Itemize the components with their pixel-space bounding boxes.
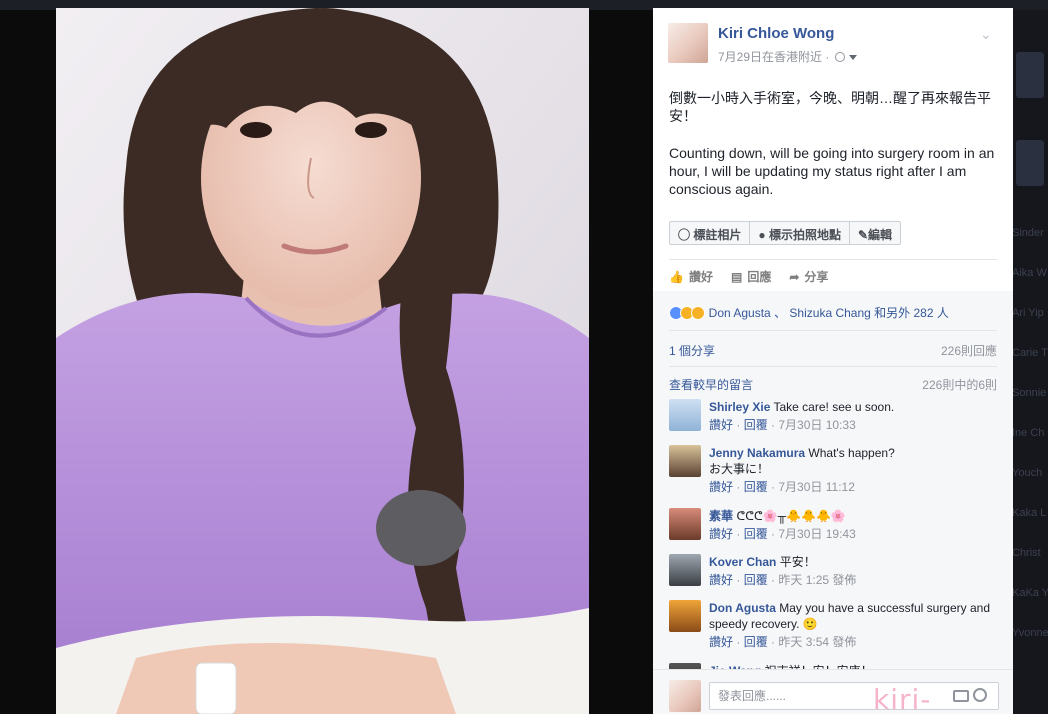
comment-time[interactable]: 昨天 1:25 發佈 [778,573,856,587]
background-sidebar [1013,10,1048,714]
comment-reply-link[interactable]: 回覆 [744,573,768,587]
share-row: 1 個分享 226則回應 [669,342,997,359]
comment-author[interactable]: 素華 [709,509,733,523]
author-name[interactable]: Kiri Chloe Wong [718,25,834,42]
post-text-chinese: 倒數一小時入手術室，今晚、明朝…醒了再來報告平安！ [669,90,991,124]
post-panel: Kiri Chloe Wong 7月29日在香港附近 · ⌄ 倒數一小時入手術室… [653,8,1013,714]
avatar[interactable] [669,554,701,586]
view-earlier-comments-link[interactable]: 查看較早的留言 [669,378,753,392]
tag-icon: ◯ [678,228,691,242]
photo-illustration [56,8,589,714]
background-friend-name: Carie T [1012,347,1048,359]
photo-tools: ◯ 標註相片 ● 標示拍照地點 ✎編輯 [669,221,902,245]
background-friend-name: Youch [1012,467,1043,479]
post-meta: 7月29日在香港附近 · [718,48,858,65]
wow-reaction-icon [691,306,705,320]
post-text-english: Counting down, will be going into surger… [669,145,995,197]
edit-button[interactable]: ✎編輯 [850,222,900,244]
like-button[interactable]: 👍 讚好 [669,268,713,285]
reaction-name[interactable]: Shizuka Chang [789,306,870,320]
comment-like-link[interactable]: 讚好 [709,418,733,432]
post-timestamp[interactable]: 7月29日在香港附近 · [718,50,829,64]
comment-bubble-icon: ▤ [730,269,743,284]
watermark: kiri-san.com [873,683,932,714]
globe-icon [835,52,846,62]
add-location-button[interactable]: ● 標示拍照地點 [750,222,850,244]
background-thumbnail [1016,140,1044,186]
background-friend-name: Ari Yip [1012,307,1044,319]
divider [669,330,997,331]
location-pin-icon: ● [758,228,766,242]
share-arrow-icon: ➦ [789,269,800,284]
comment-reply-link[interactable]: 回覆 [744,527,768,541]
avatar[interactable] [669,399,701,431]
comment-text: What's happen? [808,446,895,460]
comment-author[interactable]: Jenny Nakamura [709,446,805,460]
background-friend-name: Sinder [1012,227,1044,239]
background-friend-name: KaKa Y [1012,587,1048,599]
pencil-icon: ✎ [857,228,869,242]
comment-time[interactable]: 7月30日 11:12 [778,480,855,494]
background-friend-name: Christ [1012,547,1041,559]
comment-text: 平安！ [779,555,816,569]
comment-author[interactable]: Don Agusta [709,601,776,615]
background-friend-name: Kaka L [1012,507,1047,519]
avatar [669,680,701,712]
comment-time[interactable]: 昨天 3:54 發佈 [778,635,856,649]
post-options-chevron-icon[interactable]: ⌄ [980,26,992,43]
comment-time[interactable]: 7月30日 10:33 [778,418,855,432]
comment-text-line2: お大事に！ [709,462,770,476]
avatar[interactable] [669,445,701,477]
comment-like-link[interactable]: 讚好 [709,573,733,587]
avatar[interactable] [669,508,701,540]
divider [669,366,997,367]
background-friend-name: Sonnie [1012,387,1047,399]
share-count[interactable]: 1 個分享 [669,344,715,358]
comments-counter: 226則中的6則 [922,378,997,392]
comment-author[interactable]: Shirley Xie [709,400,770,414]
thumbs-up-icon: 👍 [669,269,684,284]
divider [669,259,997,260]
comment-count[interactable]: 226則回應 [941,342,997,359]
comment-reply-link[interactable]: 回覆 [744,418,768,432]
background-thumbnail [1016,52,1044,98]
comment-time[interactable]: 7月30日 19:43 [778,527,855,541]
reaction-others[interactable]: 和另外 282 人 [874,306,949,320]
comment-like-link[interactable]: 讚好 [709,527,733,541]
tag-photo-button[interactable]: ◯ 標註相片 [670,222,751,244]
comment-button[interactable]: ▤ 回應 [731,268,771,285]
background-friend-name: Aika W [1012,267,1047,279]
comment-reply-link[interactable]: 回覆 [744,635,768,649]
avatar[interactable] [669,600,701,632]
post-actions: 👍 讚好 ▤ 回應 ➦ 分享 [669,268,828,285]
share-button[interactable]: ➦ 分享 [789,268,828,285]
reactions-row: Don Agusta 、 Shizuka Chang 和另外 282 人 [669,304,997,321]
post-photo[interactable] [56,8,589,714]
reaction-name[interactable]: Don Agusta [709,306,771,320]
comment-text: ᕦᕦᕦ🌸╥🐥🐥🐥🌸 [736,509,846,523]
comment-reply-link[interactable]: 回覆 [744,480,768,494]
author-avatar[interactable] [668,23,708,63]
comment-text: Take care! see u soon. [773,400,895,414]
chevron-down-icon[interactable] [849,55,858,60]
comment-like-link[interactable]: 讚好 [709,480,733,494]
background-friend-name: Yvonne [1012,627,1048,639]
comment-author[interactable]: Kover Chan [709,555,776,569]
comment-like-link[interactable]: 讚好 [709,635,733,649]
comments-header: 查看較早的留言 226則中的6則 [669,376,997,393]
background-friend-name: Ine Ch [1012,427,1045,439]
